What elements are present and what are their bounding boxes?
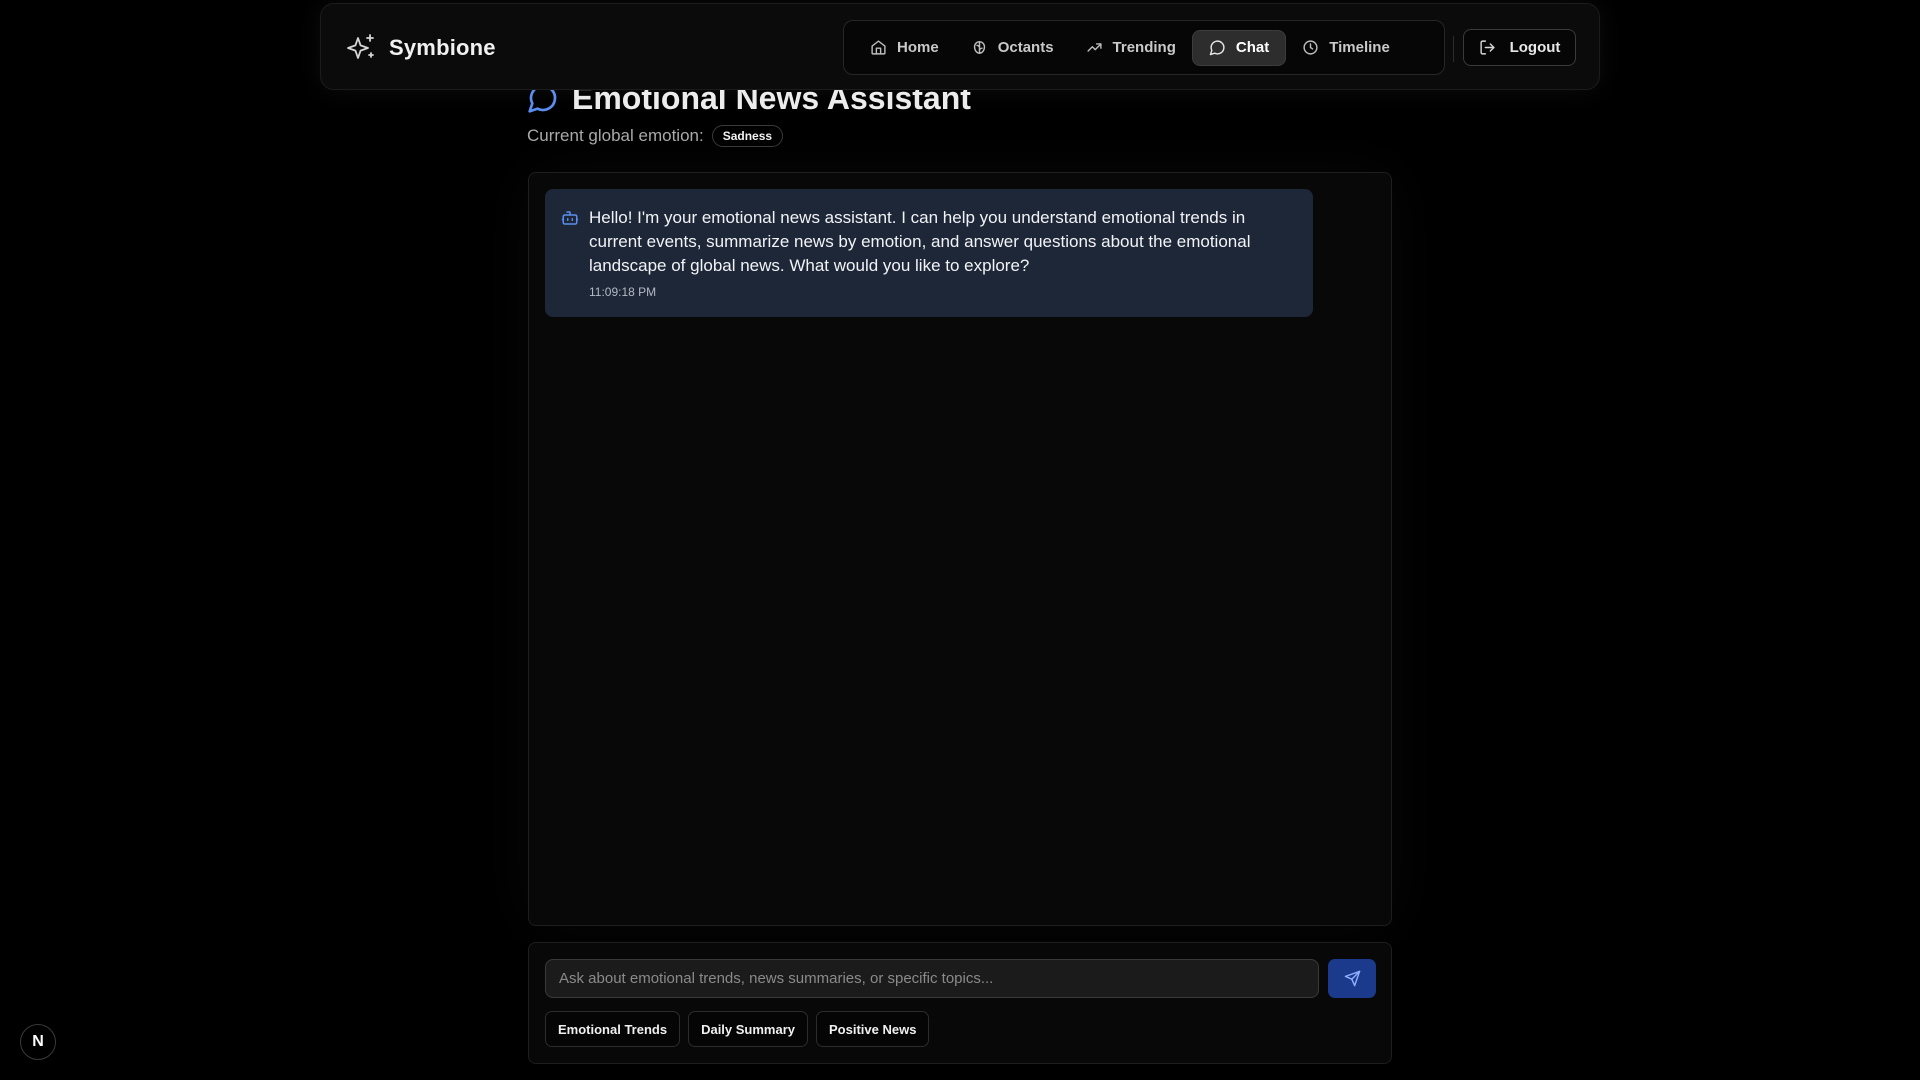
trending-up-icon xyxy=(1086,43,1102,52)
message-timestamp: 11:09:18 PM xyxy=(589,285,657,299)
nav-trending[interactable]: Trending xyxy=(1070,30,1192,66)
send-icon xyxy=(1344,970,1360,987)
brain-icon xyxy=(973,41,985,54)
chat-messages-panel[interactable]: Hello! I'm your emotional news assistant… xyxy=(528,172,1392,926)
composer: Emotional Trends Daily Summary Positive … xyxy=(528,942,1392,1064)
dev-tools-badge[interactable]: N xyxy=(20,1024,56,1060)
brand[interactable]: Symbione xyxy=(345,30,496,66)
nav-home-label: Home xyxy=(897,39,939,56)
chat-input[interactable] xyxy=(545,959,1319,998)
send-button[interactable] xyxy=(1328,959,1376,998)
logout-label: Logout xyxy=(1509,39,1561,56)
global-emotion: Current global emotion: Sadness xyxy=(527,124,784,148)
message-text: Hello! I'm your emotional news assistant… xyxy=(589,208,1251,275)
emotion-badge: Sadness xyxy=(711,125,784,147)
nav-home[interactable]: Home xyxy=(854,30,955,66)
nav-octants[interactable]: Octants xyxy=(955,30,1070,66)
nav-chat-label: Chat xyxy=(1235,39,1270,56)
main-nav: Home Octants Trending Chat Timeline xyxy=(843,20,1445,75)
nav-timeline-label: Timeline xyxy=(1329,39,1390,56)
suggestion-emotional-trends[interactable]: Emotional Trends xyxy=(545,1011,681,1047)
nav-chat[interactable]: Chat xyxy=(1191,29,1287,66)
page: Symbione Home Octants Trending Chat Time… xyxy=(0,0,1920,1080)
emotion-label: Current global emotion: xyxy=(527,126,704,145)
logout-icon xyxy=(1480,40,1495,55)
nav-divider xyxy=(1453,36,1454,62)
assistant-message: Hello! I'm your emotional news assistant… xyxy=(545,189,1313,317)
nav-octants-label: Octants xyxy=(997,39,1054,56)
home-icon xyxy=(871,40,886,55)
sparkles-icon xyxy=(347,34,374,59)
suggestion-positive-news[interactable]: Positive News xyxy=(816,1011,930,1047)
top-navbar: Symbione Home Octants Trending Chat Time… xyxy=(320,3,1600,90)
clock-icon xyxy=(1303,40,1318,55)
message-circle-icon xyxy=(1209,40,1225,56)
suggestion-chips: Emotional Trends Daily Summary Positive … xyxy=(545,1011,930,1047)
nav-trending-label: Trending xyxy=(1112,39,1176,56)
nav-timeline[interactable]: Timeline xyxy=(1286,30,1406,66)
suggestion-daily-summary[interactable]: Daily Summary xyxy=(688,1011,809,1047)
bot-icon xyxy=(561,211,579,225)
logout-button[interactable]: Logout xyxy=(1463,29,1576,66)
brand-name: Symbione xyxy=(389,35,496,60)
